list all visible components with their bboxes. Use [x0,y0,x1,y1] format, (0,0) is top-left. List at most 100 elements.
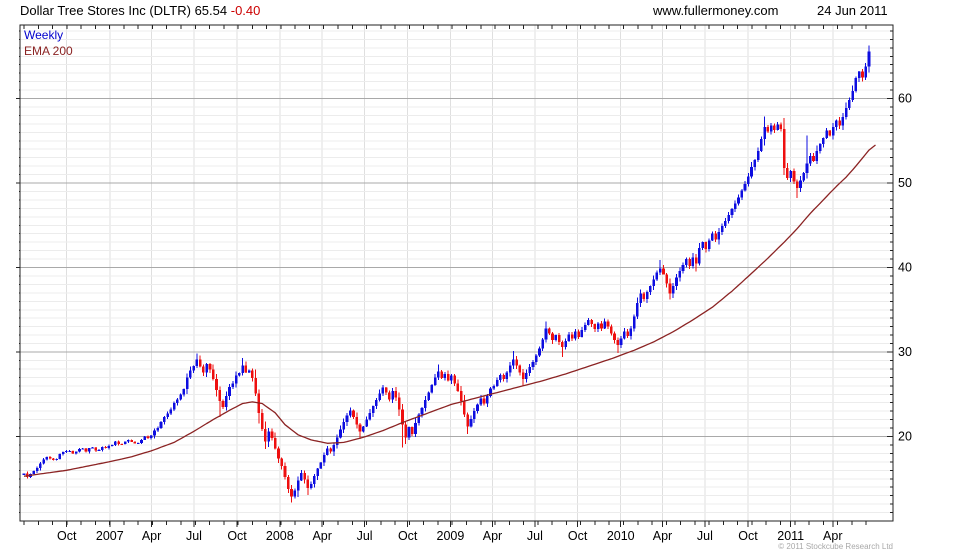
y-axis-label: 30 [898,345,912,359]
candle-body [701,242,704,249]
candle-body [172,403,176,410]
candle-body [198,359,202,367]
candle-body [407,427,411,438]
legend-ema: EMA 200 [24,44,73,58]
candle-body [733,203,737,210]
candle-body [746,176,750,184]
candle-body [495,379,499,386]
candle-body [270,431,274,439]
candle-body [564,341,567,347]
x-axis-label: Oct [227,529,247,543]
candle-body [583,324,587,331]
candle-body [649,286,652,293]
candle-body [404,424,408,438]
candle-body [117,441,120,445]
candle-body [166,413,169,418]
candle-body [567,334,571,342]
candle-body [574,331,577,339]
x-axis-label: 2010 [607,529,635,543]
x-axis-label: Apr [653,529,672,543]
candle-body [280,458,284,467]
candle-body [737,197,740,204]
candle-body [600,323,603,329]
copyright-text: © 2011 Stockcube Research Ltd [778,542,893,551]
candle-body [848,100,851,108]
candle-body [61,452,65,455]
candle-body [443,373,447,379]
candle-body [776,124,779,130]
candle-body [335,437,339,445]
candle-body [238,372,241,376]
candle-body [306,479,310,489]
candle-body [371,406,375,413]
candle-body [162,417,166,422]
candle-body [247,370,251,373]
candle-body [456,383,460,391]
candle-body [463,401,466,415]
candle-body [691,257,695,266]
candle-body [515,359,518,366]
candle-body [241,365,244,373]
site-name: www.fullermoney.com [653,3,779,18]
x-axis-label: Jul [186,529,202,543]
candle-body [71,450,75,454]
candlestick-chart: 20 30 40 50 60 Oct 2007 Apr Jul Oct 2008 Apr Jul Oct 2… [16,24,912,543]
candle-body [655,272,659,280]
candle-body [825,130,828,139]
candle-body [326,448,329,456]
candle-body [430,384,434,393]
candle-body [313,476,316,484]
x-axis-label: Jul [697,529,713,543]
candle-body [789,171,792,178]
candle-body [512,359,515,366]
candle-body [750,166,753,177]
candle-body [822,138,825,145]
candle-body [440,371,443,379]
candle-body [345,415,349,423]
candle-body [479,398,483,405]
candle-body [720,226,724,233]
candle-body [114,441,117,446]
candle-body [185,377,189,390]
candle-body [665,274,669,284]
candle-body [221,401,225,407]
candle-body [561,341,564,347]
candle-body [52,458,55,461]
candle-body [32,471,36,474]
candle-body [711,233,714,241]
candle-body [802,172,806,181]
candle-body [841,117,845,126]
candle-body [348,410,352,416]
candle-body [828,130,832,136]
candle-body [87,448,91,452]
candle-body [812,155,815,162]
candle-body [472,411,476,419]
candle-body [211,369,215,380]
candle-body [717,232,721,240]
candle-body [707,240,711,249]
candle-body [264,428,267,442]
candle-body [136,443,140,445]
candle-body [756,150,760,161]
candle-body [375,400,378,407]
candle-body [492,385,496,389]
candle-body [254,378,257,394]
candle-body [551,333,554,341]
candle-body [35,468,39,472]
legend-timeframe: Weekly [24,28,64,42]
candle-body [662,268,665,275]
candle-body [864,66,868,78]
candle-body [215,379,218,391]
candle-body [39,463,42,469]
candle-body [596,323,600,330]
candle-body [760,139,763,151]
candle-body [300,472,303,481]
candle-body [818,144,822,151]
candle-body [808,155,812,164]
candle-body [499,374,502,380]
candle-body [332,444,336,452]
candle-body [388,392,391,400]
candle-body [639,293,642,303]
candle-body [65,450,68,453]
candle-body [541,339,545,349]
